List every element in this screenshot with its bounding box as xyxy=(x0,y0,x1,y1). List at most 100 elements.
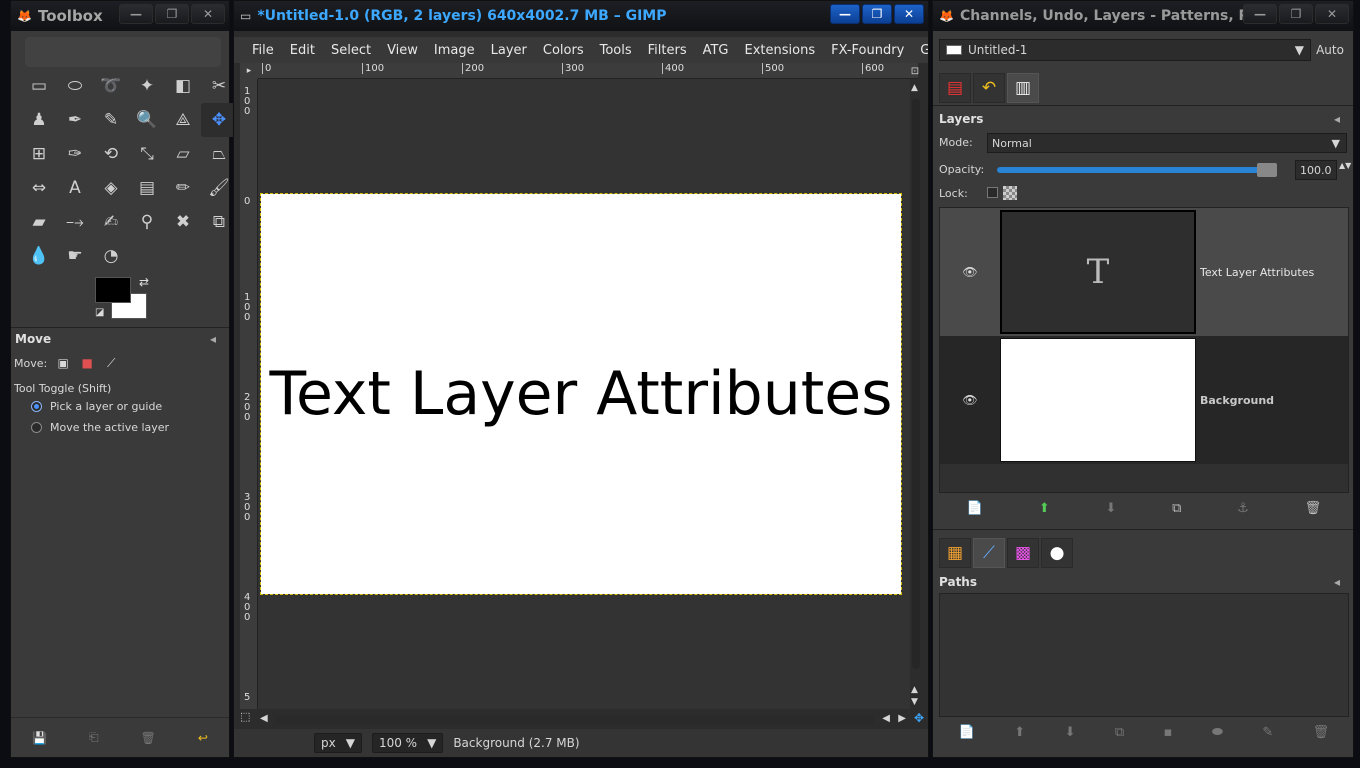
restore-options-icon[interactable]: ⎗ xyxy=(89,730,99,745)
menu-select[interactable]: Select xyxy=(323,43,379,58)
image-canvas[interactable]: Text Layer Attributes xyxy=(260,193,902,595)
lock-alpha-icon[interactable] xyxy=(1003,186,1017,200)
unit-select[interactable]: px ▼ xyxy=(314,733,362,753)
raise-path-icon[interactable]: ⬆ xyxy=(1014,725,1025,740)
menu-filters[interactable]: Filters xyxy=(640,43,695,58)
tool-button[interactable]: ◈ xyxy=(93,171,129,205)
menu-image[interactable]: Image xyxy=(426,43,483,58)
tool-button[interactable]: ▱ xyxy=(165,137,201,171)
horizontal-scrollbar[interactable] xyxy=(274,713,884,725)
opacity-value-field[interactable]: 100.0 xyxy=(1295,160,1337,180)
vertical-ruler[interactable]: 1 0 0 0 1 0 0 2 0 0 3 0 0 4 0 0 5 xyxy=(240,79,258,709)
tab-palettes[interactable]: ▩ xyxy=(1007,538,1039,568)
menu-layer[interactable]: Layer xyxy=(483,43,535,58)
tool-button[interactable]: ✥ xyxy=(201,103,237,137)
tool-button[interactable]: ⬭ xyxy=(57,69,93,103)
tool-button[interactable]: ⤡ xyxy=(129,137,165,171)
scroll-down-icon[interactable]: ▼ xyxy=(911,697,918,707)
spin-arrows-icon[interactable]: ▲▼ xyxy=(1339,161,1351,170)
panel-menu-icon[interactable]: ◂ xyxy=(1329,111,1345,127)
layer-row[interactable]: 👁 Background xyxy=(940,336,1348,464)
move-selection-icon[interactable]: ■ xyxy=(79,355,95,371)
scroll-right-icon[interactable]: ▶ xyxy=(898,713,906,724)
menu-ghost[interactable]: Ghost xyxy=(912,43,928,58)
layer-row[interactable]: 👁 T Text Layer Attributes xyxy=(940,208,1348,336)
duplicate-layer-icon[interactable]: ⧉ xyxy=(1172,501,1181,516)
image-selector[interactable]: Untitled-1 ▼ xyxy=(939,39,1311,61)
canvas-text-layer[interactable]: Text Layer Attributes xyxy=(270,359,893,429)
menu-tools[interactable]: Tools xyxy=(592,43,640,58)
tool-button[interactable]: ✑ xyxy=(57,137,93,171)
scroll-left-icon[interactable]: ◀ xyxy=(882,713,890,724)
tool-button[interactable]: A xyxy=(57,171,93,205)
visibility-eye-icon[interactable]: 👁 xyxy=(940,265,1000,279)
tool-button[interactable]: ◔ xyxy=(93,239,129,273)
restore-button[interactable]: ❐ xyxy=(155,4,189,24)
tab-patterns[interactable]: ▦ xyxy=(939,538,971,568)
move-layer-icon[interactable]: ▣ xyxy=(55,355,71,371)
close-button[interactable]: ✕ xyxy=(191,4,225,24)
menu-fx-foundry[interactable]: FX-Foundry xyxy=(823,43,912,58)
toggle-quickmask-icon[interactable]: ⬚ xyxy=(240,710,250,723)
pick-layer-radio[interactable] xyxy=(31,401,42,412)
restore-button[interactable]: ❐ xyxy=(1279,4,1313,24)
visibility-eye-icon[interactable]: 👁 xyxy=(940,393,1000,407)
tool-button[interactable]: ✒ xyxy=(57,103,93,137)
tool-button[interactable]: ▭ xyxy=(21,69,57,103)
image-titlebar[interactable]: ▭ *Untitled-1.0 (RGB, 2 layers) 640x4002… xyxy=(234,1,928,31)
dock-titlebar[interactable]: 🦊 Channels, Undo, Layers - Patterns, P..… xyxy=(933,1,1353,31)
tool-button[interactable]: ✍ xyxy=(93,205,129,239)
path-to-selection-icon[interactable]: ▪ xyxy=(1164,725,1173,740)
raise-layer-icon[interactable]: ⬆ xyxy=(1039,501,1050,516)
foreground-color-swatch[interactable] xyxy=(95,277,131,303)
pick-layer-radio-row[interactable]: Pick a layer or guide xyxy=(31,400,162,413)
tool-button[interactable]: ⧉ xyxy=(201,205,237,239)
reset-colors-icon[interactable]: ◪ xyxy=(95,307,104,318)
tool-button[interactable]: ⤍ xyxy=(57,205,93,239)
minimize-button[interactable]: — xyxy=(830,4,860,24)
navigate-button[interactable]: ⊡ xyxy=(908,63,922,79)
swap-colors-icon[interactable]: ⇄ xyxy=(139,275,149,289)
horizontal-scroll-thumb[interactable] xyxy=(274,715,874,725)
tool-button[interactable]: ➰ xyxy=(93,69,129,103)
menu-edit[interactable]: Edit xyxy=(282,43,323,58)
reset-options-icon[interactable]: ↩ xyxy=(198,731,208,745)
navigation-icon[interactable]: ✥ xyxy=(914,711,924,725)
ruler-corner[interactable]: ▸ xyxy=(240,63,258,79)
duplicate-path-icon[interactable]: ⧉ xyxy=(1115,725,1124,740)
panel-menu-icon[interactable]: ◂ xyxy=(205,331,221,347)
tab-brushes[interactable]: ● xyxy=(1041,538,1073,568)
auto-button[interactable]: Auto xyxy=(1313,39,1347,61)
opacity-slider[interactable] xyxy=(997,163,1277,177)
minimize-button[interactable]: — xyxy=(119,4,153,24)
vertical-scrollbar[interactable]: ▲ ▲ ▼ xyxy=(910,79,922,709)
toolbox-titlebar[interactable]: 🦊 Toolbox — ❐ ✕ xyxy=(11,1,229,31)
tool-button[interactable]: ♟ xyxy=(21,103,57,137)
tool-button[interactable]: ◧ xyxy=(165,69,201,103)
tab-layers[interactable]: ▥ xyxy=(1007,73,1039,103)
tool-button[interactable]: 🖌 xyxy=(201,171,237,205)
lock-pixels-checkbox[interactable] xyxy=(987,187,998,198)
menu-file[interactable]: File xyxy=(244,43,282,58)
delete-path-icon[interactable]: 🗑 xyxy=(1313,725,1330,740)
tool-button[interactable]: ⟲ xyxy=(93,137,129,171)
scroll-up-icon[interactable]: ▲ xyxy=(911,685,918,695)
stroke-path-icon[interactable]: ✎ xyxy=(1262,725,1273,740)
new-layer-icon[interactable]: 📄 xyxy=(967,501,983,516)
opacity-slider-handle[interactable] xyxy=(1257,163,1277,177)
vertical-scroll-thumb[interactable] xyxy=(912,99,920,669)
tool-button[interactable]: ☛ xyxy=(57,239,93,273)
mode-select[interactable]: Normal ▼ xyxy=(987,133,1347,153)
tool-button[interactable]: ✦ xyxy=(129,69,165,103)
tool-button[interactable]: ▤ xyxy=(129,171,165,205)
anchor-layer-icon[interactable]: ⚓ xyxy=(1237,501,1249,516)
move-active-radio[interactable] xyxy=(31,422,42,433)
tool-button[interactable]: ⟁ xyxy=(165,103,201,137)
tool-button[interactable]: ✂ xyxy=(201,69,237,103)
tab-undo[interactable]: ↶ xyxy=(973,73,1005,103)
close-button[interactable]: ✕ xyxy=(894,4,924,24)
tool-button[interactable]: ✏ xyxy=(165,171,201,205)
zoom-select[interactable]: 100 % ▼ xyxy=(371,733,444,753)
menu-atg[interactable]: ATG xyxy=(695,43,737,58)
menu-extensions[interactable]: Extensions xyxy=(737,43,824,58)
